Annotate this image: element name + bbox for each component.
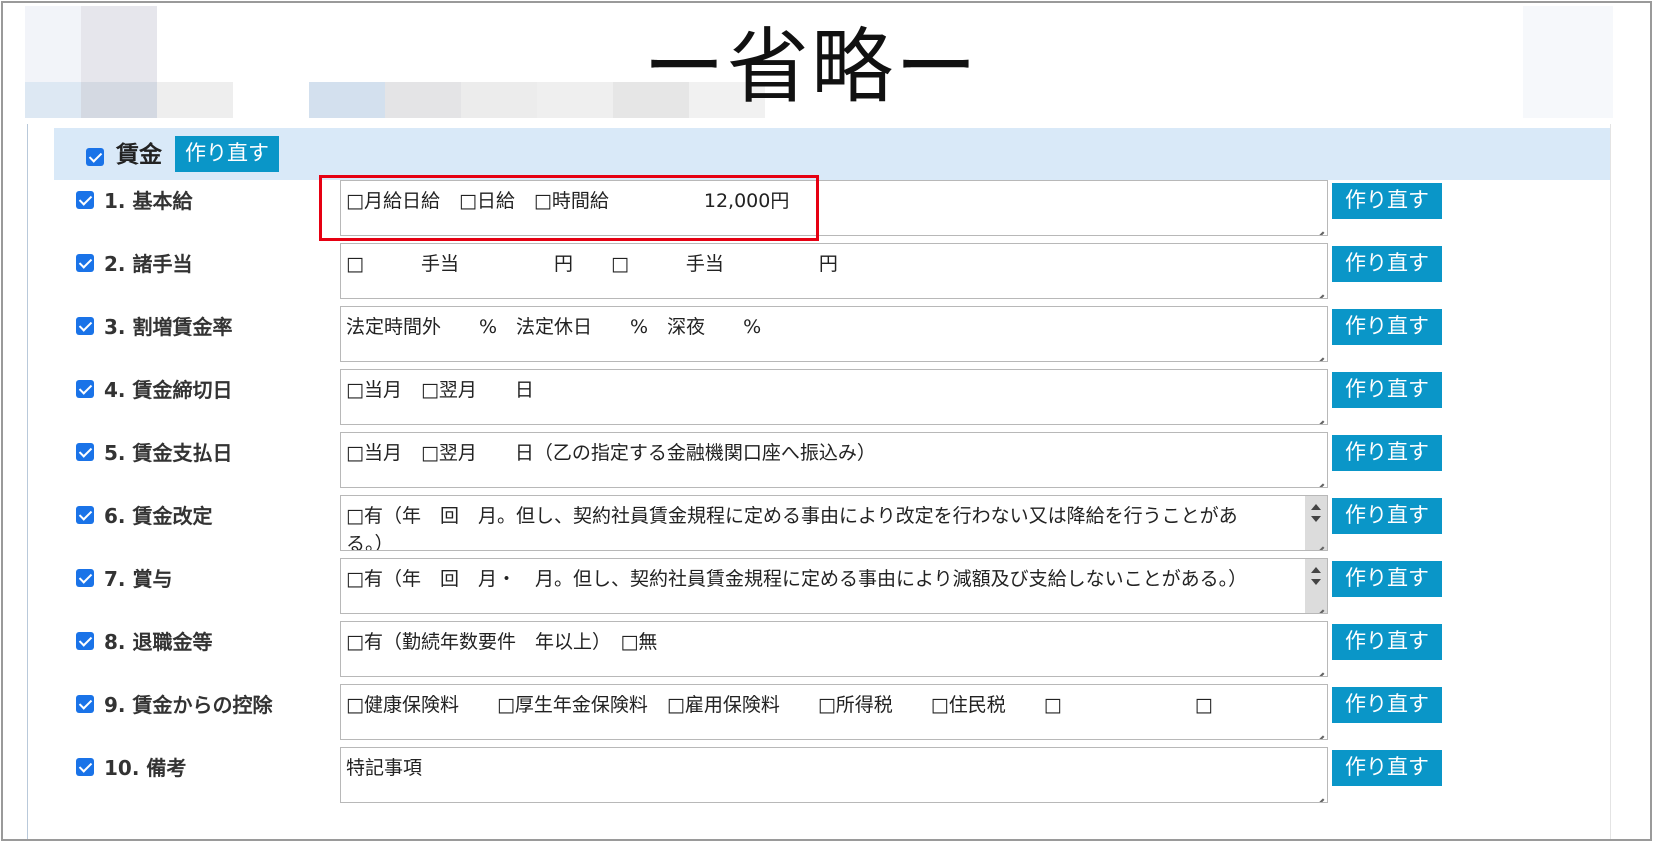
rebuild-button[interactable]: 作り直す <box>1332 309 1442 345</box>
rebuild-button[interactable]: 作り直す <box>1332 687 1442 723</box>
textarea-value: 法定時間外 % 法定休日 % 深夜 % <box>346 316 762 338</box>
resize-grip-icon[interactable] <box>1313 725 1324 736</box>
row-textarea[interactable]: □当月 □翌月 日 <box>340 369 1328 425</box>
row-label: 8. 退職金等 <box>104 630 213 654</box>
rebuild-button[interactable]: 作り直す <box>1332 750 1442 786</box>
resize-grip-icon[interactable] <box>1313 284 1324 295</box>
row-checkbox[interactable] <box>76 191 94 209</box>
omitted-label: ー省略ー <box>643 20 980 115</box>
row-retirement-allowance: 8. 退職金等 □有（勤続年数要件 年以上） □無 作り直す <box>28 621 1610 679</box>
textarea-value: □当月 □翌月 日（乙の指定する金融機関口座へ振込み） <box>346 442 876 464</box>
blurred-header-block <box>309 82 385 118</box>
textarea-value: □ 手当 円 □ 手当 円 <box>346 253 838 275</box>
row-textarea[interactable]: □有（勤続年数要件 年以上） □無 <box>340 621 1328 677</box>
row-payment-date: 5. 賃金支払日 □当月 □翌月 日（乙の指定する金融機関口座へ振込み） 作り直… <box>28 432 1610 490</box>
row-checkbox[interactable] <box>76 758 94 776</box>
blurred-header-block <box>537 82 613 118</box>
resize-grip-icon[interactable] <box>1313 788 1324 799</box>
scroll-up-icon[interactable] <box>1311 504 1321 510</box>
row-premium-rate: 3. 割増賃金率 法定時間外 % 法定休日 % 深夜 % 作り直す <box>28 306 1610 364</box>
rebuild-button[interactable]: 作り直す <box>1332 561 1442 597</box>
scroll-down-icon[interactable] <box>1311 516 1321 522</box>
textarea-value: □当月 □翌月 日 <box>346 379 534 401</box>
textarea-value: □有（勤続年数要件 年以上） □無 <box>346 631 658 653</box>
blurred-header-block <box>25 82 81 118</box>
blurred-header-block <box>25 6 81 82</box>
row-textarea[interactable]: 法定時間外 % 法定休日 % 深夜 % <box>340 306 1328 362</box>
resize-grip-icon[interactable] <box>1313 662 1324 673</box>
row-wage-revision: 6. 賃金改定 □有（年 回 月。但し、契約社員賃金規程に定める事由により改定を… <box>28 495 1610 553</box>
section-checkbox[interactable] <box>86 148 104 166</box>
blurred-header-block <box>1523 6 1613 118</box>
row-textarea[interactable]: □健康保険料 □厚生年金保険料 □雇用保険料 □所得税 □住民税 □ □ <box>340 684 1328 740</box>
resize-grip-icon[interactable] <box>1313 347 1324 358</box>
row-closing-date: 4. 賃金締切日 □当月 □翌月 日 作り直す <box>28 369 1610 427</box>
row-label: 2. 諸手当 <box>104 252 193 276</box>
screenshot-frame: ー省略ー 賃金 作り直す 1. 基本給 □月給日給 □日給 □時間給 12,00… <box>1 1 1652 841</box>
rebuild-button[interactable]: 作り直す <box>1332 372 1442 408</box>
row-checkbox[interactable] <box>76 695 94 713</box>
row-allowances: 2. 諸手当 □ 手当 円 □ 手当 円 作り直す <box>28 243 1610 301</box>
row-textarea[interactable]: □当月 □翌月 日（乙の指定する金融機関口座へ振込み） <box>340 432 1328 488</box>
textarea-value: □有（年 回 月。但し、契約社員賃金規程に定める事由により改定を行わない又は降給… <box>346 505 1238 551</box>
row-checkbox[interactable] <box>76 317 94 335</box>
rebuild-button[interactable]: 作り直す <box>1332 498 1442 534</box>
row-remarks: 10. 備考 特記事項 作り直す <box>28 747 1610 805</box>
scroll-down-icon[interactable] <box>1311 579 1321 585</box>
row-label: 5. 賃金支払日 <box>104 441 233 465</box>
textarea-value: □有（年 回 月・ 月。但し、契約社員賃金規程に定める事由により減額及び支給しな… <box>346 568 1248 590</box>
blurred-header-block <box>81 82 157 118</box>
highlight-box <box>319 175 819 241</box>
row-textarea[interactable]: □有（年 回 月・ 月。但し、契約社員賃金規程に定める事由により減額及び支給しな… <box>340 558 1328 614</box>
scroll-up-icon[interactable] <box>1311 567 1321 573</box>
resize-grip-icon[interactable] <box>1313 599 1324 610</box>
row-checkbox[interactable] <box>76 569 94 587</box>
textarea-value: 特記事項 <box>346 757 423 779</box>
resize-grip-icon[interactable] <box>1313 473 1324 484</box>
blurred-header-block <box>385 82 461 118</box>
row-label: 1. 基本給 <box>104 189 193 213</box>
section-title: 賃金 <box>116 142 162 168</box>
row-bonus: 7. 賞与 □有（年 回 月・ 月。但し、契約社員賃金規程に定める事由により減額… <box>28 558 1610 616</box>
wage-section: 賃金 作り直す 1. 基本給 □月給日給 □日給 □時間給 12,000円 作り… <box>27 124 1611 839</box>
row-label: 4. 賃金締切日 <box>104 378 233 402</box>
row-label: 10. 備考 <box>104 756 187 780</box>
row-basic-pay: 1. 基本給 □月給日給 □日給 □時間給 12,000円 作り直す <box>28 180 1610 238</box>
blurred-header-block <box>461 82 537 118</box>
blurred-header-block <box>157 82 233 118</box>
resize-grip-icon[interactable] <box>1313 221 1324 232</box>
rebuild-button[interactable]: 作り直す <box>1332 246 1442 282</box>
row-textarea[interactable]: 特記事項 <box>340 747 1328 803</box>
row-deductions: 9. 賃金からの控除 □健康保険料 □厚生年金保険料 □雇用保険料 □所得税 □… <box>28 684 1610 742</box>
blurred-header-block <box>81 6 157 82</box>
resize-grip-icon[interactable] <box>1313 536 1324 547</box>
row-label: 9. 賃金からの控除 <box>104 693 273 717</box>
row-textarea[interactable]: □ 手当 円 □ 手当 円 <box>340 243 1328 299</box>
section-rebuild-button[interactable]: 作り直す <box>175 136 279 172</box>
textarea-value: □健康保険料 □厚生年金保険料 □雇用保険料 □所得税 □住民税 □ □ <box>346 694 1213 716</box>
row-checkbox[interactable] <box>76 254 94 272</box>
rebuild-button[interactable]: 作り直す <box>1332 624 1442 660</box>
row-checkbox[interactable] <box>76 380 94 398</box>
row-checkbox[interactable] <box>76 506 94 524</box>
row-checkbox[interactable] <box>76 632 94 650</box>
row-label: 3. 割増賃金率 <box>104 315 233 339</box>
section-header <box>54 128 1610 180</box>
row-label: 6. 賃金改定 <box>104 504 213 528</box>
rebuild-button[interactable]: 作り直す <box>1332 183 1442 219</box>
resize-grip-icon[interactable] <box>1313 410 1324 421</box>
row-label: 7. 賞与 <box>104 567 173 591</box>
rebuild-button[interactable]: 作り直す <box>1332 435 1442 471</box>
row-textarea[interactable]: □有（年 回 月。但し、契約社員賃金規程に定める事由により改定を行わない又は降給… <box>340 495 1328 551</box>
row-checkbox[interactable] <box>76 443 94 461</box>
